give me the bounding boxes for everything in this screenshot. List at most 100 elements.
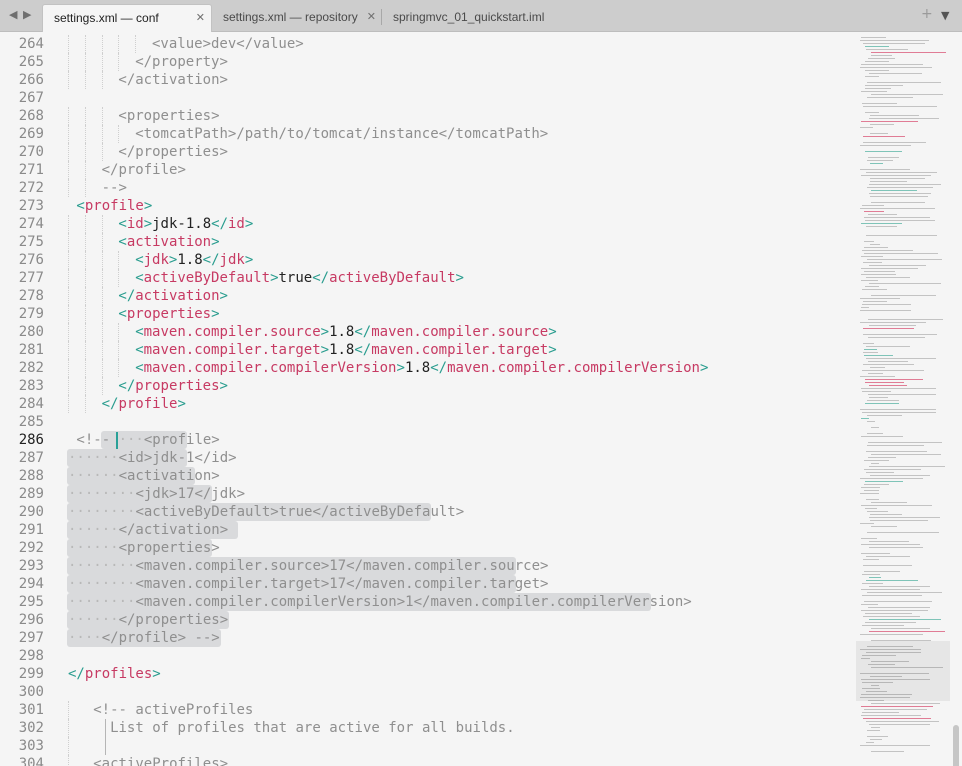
line-number: 276	[18, 252, 44, 268]
code-line[interactable]: 270 </properties>	[0, 143, 856, 161]
minimap-line	[860, 745, 930, 746]
code-line[interactable]: 269 <tomcatPath>/path/to/tomcat/instance<…	[0, 125, 856, 143]
code-line[interactable]: 302 List of profiles that are active for…	[0, 719, 856, 737]
indent-guide	[68, 125, 69, 143]
arrow-right-icon[interactable]: ▶	[23, 8, 31, 21]
minimap-line	[864, 709, 927, 710]
code-line[interactable]: 285	[0, 413, 856, 431]
plus-icon[interactable]: +	[921, 6, 933, 22]
code-line[interactable]: 267	[0, 89, 856, 107]
minimap-line	[871, 502, 907, 503]
code-token: <tomcatPath>/path/to/tomcat/instance</to…	[135, 126, 549, 142]
code-line[interactable]: 296 ······</properties>	[0, 611, 856, 629]
code-line[interactable]: 276 <jdk>1.8</jdk>	[0, 251, 856, 269]
arrow-left-icon[interactable]: ◀	[9, 8, 17, 21]
line-number: 274	[18, 216, 44, 232]
vertical-scrollbar[interactable]	[950, 33, 962, 766]
code-line[interactable]: 284 </profile>	[0, 395, 856, 413]
code-line[interactable]: 292 ······<properties>	[0, 539, 856, 557]
indent-guide	[101, 359, 103, 377]
code-line[interactable]: 299 </profiles>	[0, 665, 856, 683]
comment-guide	[105, 737, 107, 755]
code-line[interactable]: 288 ······<activation>	[0, 467, 856, 485]
code-token: properties	[135, 378, 220, 394]
minimap-viewport[interactable]	[856, 641, 950, 701]
line-number: 294	[18, 576, 44, 592]
minimap-line	[860, 376, 895, 377]
code-token: <activation>	[118, 468, 220, 484]
line-number: 296	[18, 612, 44, 628]
code-line[interactable]: 264 <value>dev</value>	[0, 35, 856, 53]
indent-guide	[101, 269, 103, 287]
code-line[interactable]: 300	[0, 683, 856, 701]
code-line[interactable]: 268 <properties>	[0, 107, 856, 125]
code-line[interactable]: 303	[0, 737, 856, 755]
code-token: <	[135, 270, 144, 286]
code-token: </	[118, 378, 136, 394]
code-token: <	[135, 342, 144, 358]
minimap-line	[866, 49, 908, 50]
minimap-line	[868, 361, 908, 362]
code-line[interactable]: 301 <!-- activeProfiles	[0, 701, 856, 719]
code-line[interactable]: 282 <maven.compiler.compilerVersion>1.8</…	[0, 359, 856, 377]
code-line[interactable]: 266 </activation>	[0, 71, 856, 89]
minimap-line	[870, 115, 919, 116]
indent-guide	[68, 161, 69, 179]
code-line[interactable]: 286 <!-- ···<profile>	[0, 431, 856, 449]
code-line[interactable]: 277 <activeByDefault>true</activeByDefaul…	[0, 269, 856, 287]
code-line[interactable]: 272 -->	[0, 179, 856, 197]
minimap-line	[860, 523, 874, 524]
tab-settings-repository[interactable]: settings.xml — repository ✕	[212, 4, 382, 32]
close-icon[interactable]: ✕	[196, 5, 205, 31]
indent-guide	[68, 233, 69, 251]
code-token: ···	[118, 432, 144, 448]
code-line[interactable]: 279 <properties>	[0, 305, 856, 323]
code-line[interactable]: 278 </activation>	[0, 287, 856, 305]
code-token: ······	[68, 522, 119, 538]
code-line[interactable]: 294 ········<maven.compiler.target>17</ma…	[0, 575, 856, 593]
code-line[interactable]: 298	[0, 647, 856, 665]
code-token: <	[118, 234, 127, 250]
code-line[interactable]: 290 ········<activeByDefault>true</active…	[0, 503, 856, 521]
indent-guide	[118, 53, 120, 71]
indent-guide	[84, 179, 86, 197]
minimap-line	[866, 277, 910, 278]
line-number: 289	[18, 486, 44, 502]
code-token: ····	[68, 630, 102, 646]
minimap-line	[866, 235, 937, 236]
code-token: ······	[68, 450, 119, 466]
code-token: >	[270, 270, 279, 286]
code-token: </	[202, 252, 220, 268]
code-line[interactable]: 289 ········<jdk>17</jdk>	[0, 485, 856, 503]
minimap-line	[864, 490, 879, 491]
close-icon[interactable]: ✕	[367, 4, 376, 30]
code-line[interactable]: 295 ········<maven.compiler.compilerVersi…	[0, 593, 856, 611]
code-line[interactable]: 274 <id>jdk-1.8</id>	[0, 215, 856, 233]
code-line[interactable]: 271 </profile>	[0, 161, 856, 179]
code-line[interactable]: 297 ····</profile> -->	[0, 629, 856, 647]
indent-guide	[84, 53, 86, 71]
code-token: id	[228, 216, 245, 232]
tab-springmvc-iml[interactable]: springmvc_01_quickstart.iml	[382, 4, 552, 32]
code-line[interactable]: 283 </properties>	[0, 377, 856, 395]
minimap[interactable]	[856, 33, 950, 766]
code-line[interactable]: 287 ······<id>jdk-1</id>	[0, 449, 856, 467]
code-line[interactable]: 291 ······</activation>	[0, 521, 856, 539]
code-token: >	[699, 360, 709, 376]
code-line[interactable]: 304 <activeProfiles>	[0, 755, 856, 766]
code-line[interactable]: 281 <maven.compiler.target>1.8</maven.com…	[0, 341, 856, 359]
code-line[interactable]: 273 <profile>	[0, 197, 856, 215]
code-text: <!-- activeProfiles	[93, 701, 253, 719]
code-editor[interactable]: 264 <value>dev</value> 265 </property> 266 </…	[0, 33, 856, 766]
scrollbar-thumb[interactable]	[953, 725, 959, 766]
tab-settings-conf[interactable]: settings.xml — conf ✕	[42, 4, 212, 32]
code-line[interactable]: 265 </property>	[0, 53, 856, 71]
line-number: 287	[18, 450, 44, 466]
chevron-down-icon[interactable]: ▼	[941, 9, 949, 22]
minimap-line	[867, 592, 942, 593]
code-line[interactable]: 293 ········<maven.compiler.source>17</ma…	[0, 557, 856, 575]
code-line[interactable]: 275 <activation>	[0, 233, 856, 251]
code-line[interactable]: 280 <maven.compiler.source>1.8</maven.com…	[0, 323, 856, 341]
minimap-line	[863, 616, 920, 617]
minimap-line	[869, 397, 888, 398]
